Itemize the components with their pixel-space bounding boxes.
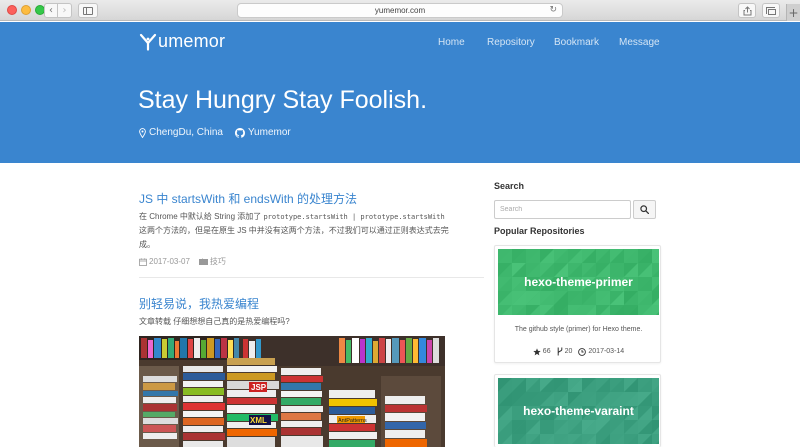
folder-icon	[198, 258, 208, 265]
clock-icon	[578, 347, 587, 356]
post-divider	[139, 277, 484, 278]
repo-banner[interactable]: hexo-theme-varaint	[498, 378, 659, 444]
show-sidebar-button[interactable]	[78, 3, 98, 18]
address-bar[interactable]: yumemor.com ↻	[237, 3, 563, 18]
location: ChengDu, China	[139, 127, 223, 138]
forward-button[interactable]: ›	[58, 3, 72, 18]
books-illustration: JSP XML AntPatterns	[139, 336, 445, 447]
site-header: umemor Home Repository Bookmark Message …	[0, 22, 800, 163]
search-icon	[640, 205, 649, 214]
nav-repository[interactable]: Repository	[487, 37, 535, 48]
logo-icon	[139, 33, 157, 51]
svg-text:AntPatterns: AntPatterns	[338, 418, 367, 424]
sidebar-icon	[83, 6, 93, 15]
repo-stars-count: 66	[542, 348, 551, 355]
repo-stars: 66	[533, 347, 551, 356]
map-pin-icon	[139, 127, 146, 138]
search-input[interactable]	[494, 200, 631, 219]
url-text: yumemor.com	[374, 6, 426, 15]
calendar-icon	[139, 257, 147, 266]
repo-card[interactable]: hexo-theme-primer The github style (prim…	[494, 245, 661, 363]
post-title[interactable]: JS 中 startsWith 和 endsWith 的处理方法	[139, 190, 357, 207]
repo-card[interactable]: hexo-theme-varaint	[494, 374, 661, 447]
star-icon	[533, 347, 541, 355]
post-title[interactable]: 别轻易说，我热爱编程	[139, 295, 259, 312]
close-window-button[interactable]	[7, 5, 17, 15]
repo-banner[interactable]: hexo-theme-primer	[498, 249, 659, 315]
popular-repos-title: Popular Repositories	[494, 226, 585, 236]
minimize-window-button[interactable]	[21, 5, 31, 15]
repo-description: The github style (primer) for Hexo theme…	[514, 326, 643, 333]
location-text: ChengDu, China	[149, 127, 223, 138]
search-widget-title: Search	[494, 181, 525, 191]
search-button[interactable]	[633, 200, 656, 219]
chevron-left-icon: ‹	[49, 4, 53, 16]
post-meta: 2017-03-07 技巧	[139, 256, 226, 267]
nav-bookmark[interactable]: Bookmark	[554, 37, 599, 48]
brand-name: umemor	[158, 31, 226, 51]
plus-icon: +	[788, 5, 799, 20]
repo-forks: 20	[557, 347, 573, 356]
repo-forks-count: 20	[564, 348, 573, 355]
svg-text:XML: XML	[250, 416, 267, 425]
repo-stats: 66 20 2017-03-14	[495, 347, 662, 356]
inline-code: prototype.startsWith | prototype.startsW…	[263, 213, 445, 221]
tabs-icon	[766, 6, 776, 15]
nav-home[interactable]: Home	[438, 37, 465, 48]
new-tab-button[interactable]: +	[786, 4, 800, 21]
post-category-link[interactable]: 技巧	[210, 256, 226, 267]
show-tabs-button[interactable]	[762, 3, 780, 18]
nav-message[interactable]: Message	[619, 37, 660, 48]
repo-name: hexo-theme-primer	[524, 275, 633, 289]
fork-icon	[557, 347, 562, 356]
repo-updated-date: 2017-03-14	[588, 348, 625, 355]
share-icon	[743, 5, 751, 15]
share-button[interactable]	[738, 3, 756, 18]
brand-logo-link[interactable]: umemor	[139, 31, 225, 52]
repo-name: hexo-theme-varaint	[523, 404, 634, 418]
github-link[interactable]: Yumemor	[234, 127, 291, 138]
back-button[interactable]: ‹	[44, 3, 58, 18]
post-date: 2017-03-07	[149, 257, 190, 266]
hero-meta: ChengDu, China Yumemor	[139, 127, 291, 138]
hero-title: Stay Hungry Stay Foolish.	[138, 86, 428, 114]
post-excerpt: 文章转载 仔细想想自己真的是热爱编程吗?	[139, 317, 290, 326]
repo-updated: 2017-03-14	[578, 347, 625, 356]
chevron-right-icon: ›	[62, 4, 67, 16]
reload-icon[interactable]: ↻	[549, 5, 557, 15]
github-username: Yumemor	[247, 127, 291, 138]
post-excerpt: 在 Chrome 中默认给 String 添加了 prototype.start…	[139, 212, 449, 249]
post-cover-image: JSP XML AntPatterns	[139, 336, 445, 447]
github-icon	[234, 127, 245, 138]
svg-text:JSP: JSP	[251, 383, 267, 392]
browser-toolbar: ‹ › yumemor.com ↻ +	[0, 0, 800, 21]
